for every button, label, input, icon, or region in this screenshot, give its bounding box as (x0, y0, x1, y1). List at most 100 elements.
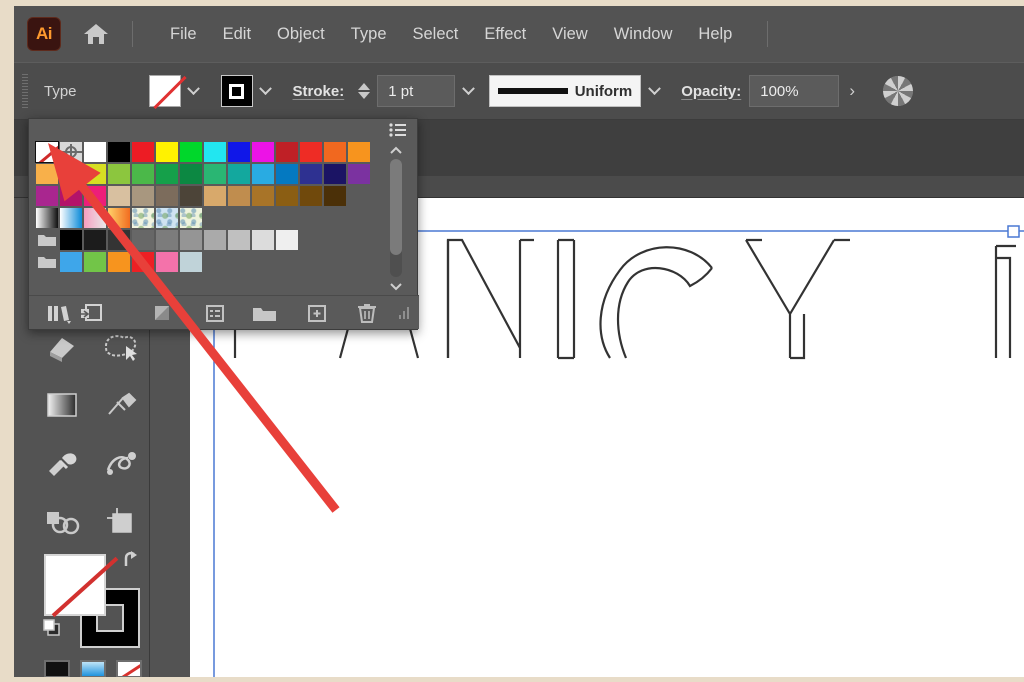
swatch-color[interactable] (203, 229, 227, 251)
swatch-color[interactable] (323, 141, 347, 163)
stroke-color-swatch[interactable] (220, 75, 253, 107)
menu-item-type[interactable]: Type (338, 21, 400, 48)
chevron-up-icon[interactable] (387, 143, 405, 157)
blend-tool[interactable] (91, 442, 150, 484)
swatch-color[interactable] (251, 163, 275, 185)
home-icon[interactable] (81, 19, 111, 49)
menu-item-view[interactable]: View (539, 21, 600, 48)
delete-swatch-icon[interactable] (353, 298, 381, 328)
swatch-color[interactable] (347, 141, 371, 163)
swatch-color[interactable] (275, 229, 299, 251)
swatch-color[interactable] (275, 185, 299, 207)
swatch-options-icon[interactable] (201, 298, 229, 328)
opacity-input[interactable]: 100% (749, 75, 840, 107)
swatch-color[interactable] (131, 185, 155, 207)
swatch-color[interactable] (59, 251, 83, 273)
stroke-weight-label[interactable]: Stroke: (293, 83, 345, 100)
swatch-color[interactable] (155, 251, 179, 273)
swatch-color[interactable] (107, 251, 131, 273)
symbol-sprayer-tool[interactable] (32, 500, 91, 542)
swatch-color[interactable] (179, 251, 203, 273)
show-swatch-kinds-icon[interactable] (149, 298, 177, 328)
swatch-color[interactable] (347, 163, 371, 185)
menu-item-file[interactable]: File (157, 21, 210, 48)
swatch-color[interactable] (83, 251, 107, 273)
stepper-up-icon[interactable] (358, 83, 371, 90)
swatches-grid[interactable] (35, 141, 387, 273)
more-options-chevron-right-icon[interactable]: › (839, 75, 865, 107)
swatch-color[interactable] (203, 185, 227, 207)
ai-logo-icon[interactable]: Ai (27, 17, 61, 51)
swatch-color[interactable] (107, 229, 131, 251)
stroke-weight-input[interactable]: 1 pt (377, 75, 456, 107)
stepper-down-icon[interactable] (358, 92, 371, 99)
eyedropper-tool[interactable] (32, 442, 91, 484)
swatch-color[interactable] (251, 185, 275, 207)
swatch-group-brights[interactable] (35, 251, 59, 273)
swatch-color[interactable] (227, 229, 251, 251)
opacity-label[interactable]: Opacity: (681, 83, 741, 100)
swatch-none[interactable] (35, 141, 59, 163)
menu-item-effect[interactable]: Effect (471, 21, 539, 48)
recolor-artwork-icon[interactable] (883, 76, 914, 106)
default-fill-stroke-icon[interactable] (42, 618, 62, 638)
swatches-panel[interactable] (28, 118, 419, 330)
artboard-tool[interactable] (91, 500, 150, 542)
mesh-tool[interactable] (91, 384, 150, 426)
swatch-gradient-pink[interactable] (83, 207, 107, 229)
add-to-library-icon[interactable] (77, 298, 105, 328)
stroke-weight-stepper[interactable] (358, 83, 371, 99)
swatch-color[interactable] (59, 185, 83, 207)
swatch-color[interactable] (131, 229, 155, 251)
gradient-mode-button[interactable] (80, 660, 106, 677)
swatch-color[interactable] (83, 163, 107, 185)
swatch-color[interactable] (35, 185, 59, 207)
scrollbar-track[interactable] (390, 159, 402, 277)
swatch-color[interactable] (203, 141, 227, 163)
menu-item-edit[interactable]: Edit (210, 21, 264, 48)
chevron-down-icon[interactable] (387, 279, 405, 293)
swatch-color[interactable] (83, 185, 107, 207)
swatch-pattern-leaf[interactable] (179, 207, 203, 229)
swatch-pattern-blue-floral[interactable] (155, 207, 179, 229)
swap-fill-stroke-icon[interactable] (122, 550, 144, 570)
stroke-profile-select[interactable]: Uniform (489, 75, 642, 107)
swatch-pattern-dots[interactable] (131, 207, 155, 229)
menu-item-window[interactable]: Window (601, 21, 686, 48)
swatch-color[interactable] (35, 163, 59, 185)
swatch-color[interactable] (107, 163, 131, 185)
swatch-color[interactable] (59, 229, 83, 251)
panel-resize-grip-icon[interactable] (391, 298, 419, 328)
fill-color-swatch[interactable] (148, 75, 181, 107)
gradient-tool[interactable] (32, 384, 91, 426)
swatch-color[interactable] (227, 185, 251, 207)
swatch-color[interactable] (299, 185, 323, 207)
swatch-color[interactable] (83, 141, 107, 163)
menu-item-help[interactable]: Help (685, 21, 745, 48)
swatch-color[interactable] (179, 141, 203, 163)
eraser-tool[interactable] (32, 326, 91, 368)
swatch-color[interactable] (131, 163, 155, 185)
swatch-libraries-menu-icon[interactable] (45, 298, 73, 328)
swatch-group-grays[interactable] (35, 229, 59, 251)
menu-item-object[interactable]: Object (264, 21, 338, 48)
swatch-color[interactable] (179, 229, 203, 251)
fill-indicator-swatch[interactable] (44, 554, 106, 616)
swatch-color[interactable] (107, 185, 131, 207)
swatch-color[interactable] (59, 163, 83, 185)
swatch-color[interactable] (203, 163, 227, 185)
swatch-color[interactable] (299, 163, 323, 185)
swatch-color[interactable] (131, 141, 155, 163)
stroke-profile-chevron-down-icon[interactable] (641, 75, 667, 107)
menu-item-select[interactable]: Select (400, 21, 472, 48)
swatch-registration[interactable] (59, 141, 83, 163)
color-mode-button[interactable] (44, 660, 70, 677)
swatch-color[interactable] (299, 141, 323, 163)
swatch-color[interactable] (275, 141, 299, 163)
stroke-dropdown-chevron-down-icon[interactable] (253, 75, 279, 107)
swatch-gradient-blue[interactable] (59, 207, 83, 229)
scrollbar-thumb[interactable] (390, 159, 402, 255)
control-bar-grip[interactable] (22, 74, 28, 108)
shaper-tool[interactable] (91, 326, 150, 368)
swatch-color[interactable] (227, 163, 251, 185)
